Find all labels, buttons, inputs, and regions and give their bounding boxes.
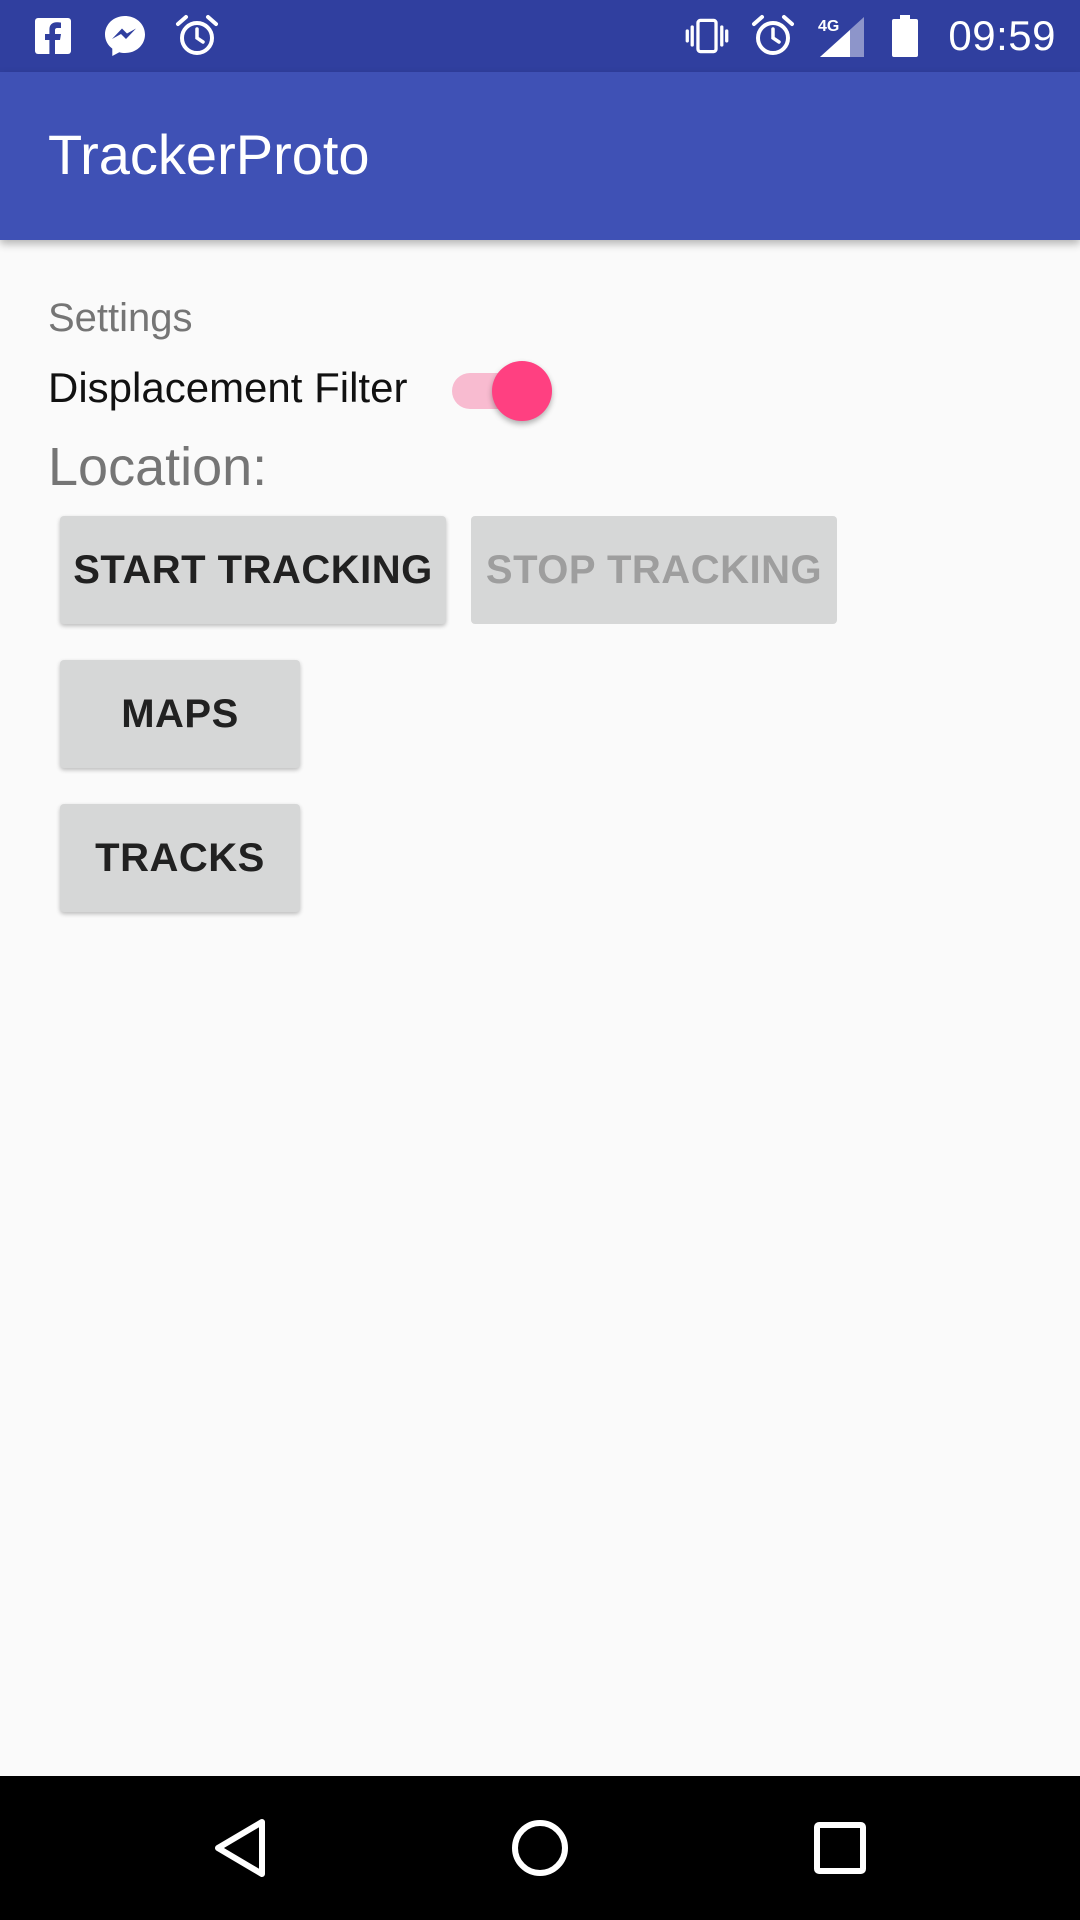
stop-tracking-button[interactable]: STOP TRACKING [471, 516, 837, 624]
signal-icon: 4G [816, 13, 868, 59]
home-icon[interactable] [500, 1808, 580, 1888]
notification-icons [30, 0, 220, 72]
maps-button[interactable]: MAPS [60, 660, 300, 768]
alarm-icon [174, 13, 220, 59]
tracks-button[interactable]: TRACKS [60, 804, 300, 912]
app-screen: 4G 09:59 TrackerProto Settings Displacem… [0, 0, 1080, 1920]
location-label: Location: [48, 437, 268, 497]
network-type-label: 4G [818, 18, 839, 35]
system-icons: 4G 09:59 [684, 0, 1056, 72]
alarm-icon [750, 13, 796, 59]
messenger-icon [102, 13, 148, 59]
battery-icon [888, 13, 922, 59]
navigation-bar [0, 1776, 1080, 1920]
start-tracking-button[interactable]: START TRACKING [60, 516, 446, 624]
displacement-filter-row: Displacement Filter [48, 350, 568, 430]
app-title: TrackerProto [48, 123, 370, 186]
status-bar: 4G 09:59 [0, 0, 1080, 72]
facebook-icon [30, 13, 76, 59]
back-icon[interactable] [200, 1808, 280, 1888]
recents-icon[interactable] [800, 1808, 880, 1888]
clock: 09:59 [948, 12, 1056, 59]
displacement-filter-switch[interactable] [452, 361, 552, 421]
settings-heading: Settings [48, 296, 193, 340]
vibrate-icon [684, 13, 730, 59]
switch-thumb [492, 361, 552, 421]
displacement-filter-label: Displacement Filter [48, 364, 408, 411]
app-bar: TrackerProto [0, 72, 1080, 240]
